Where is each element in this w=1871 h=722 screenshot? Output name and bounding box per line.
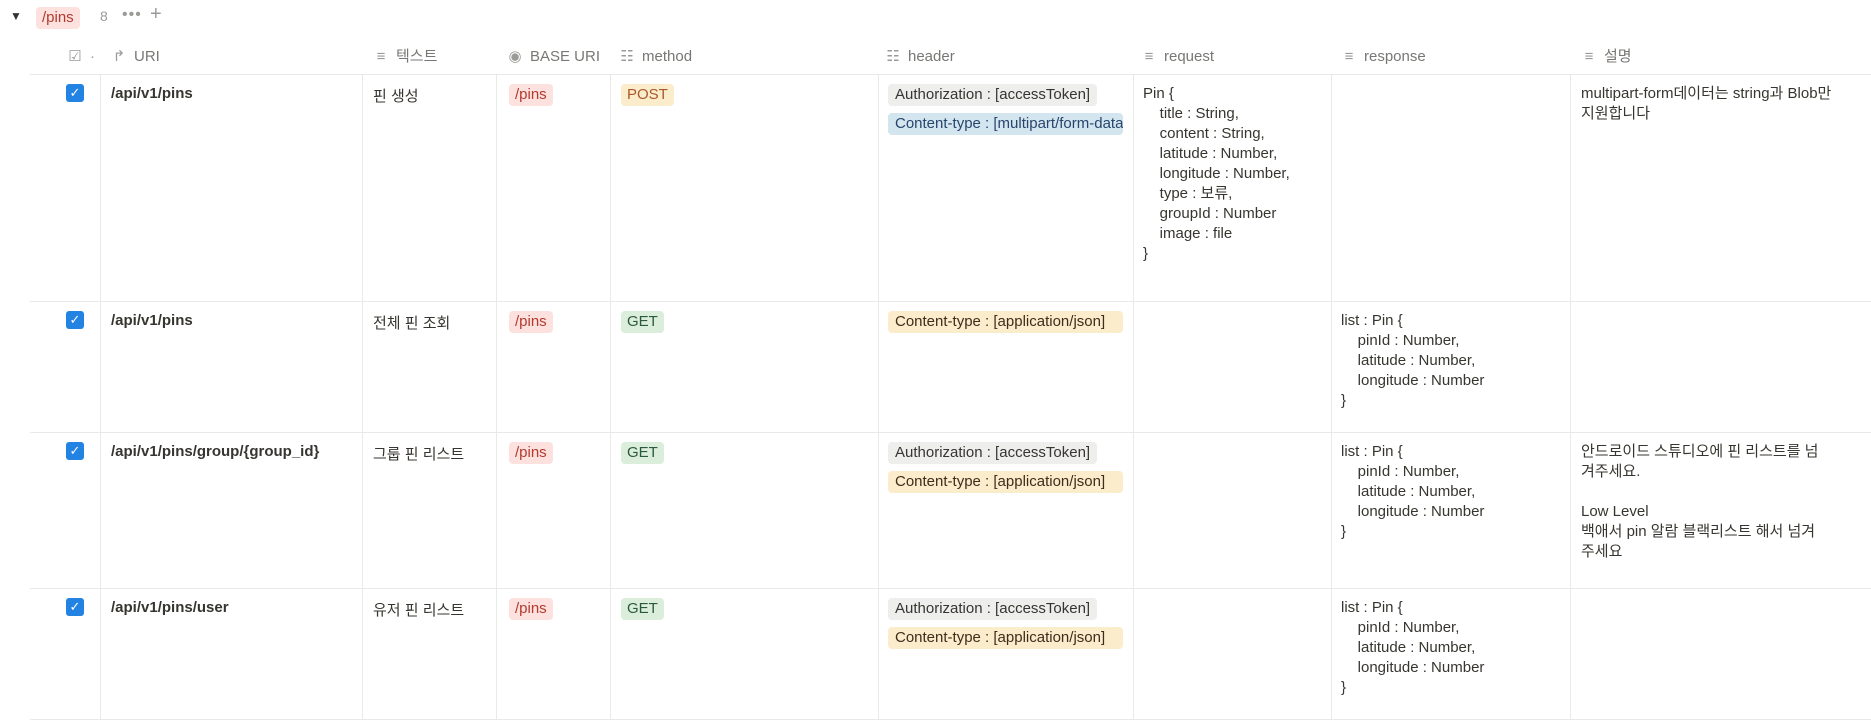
column-header-request[interactable]: ≡ request: [1140, 40, 1330, 74]
method-tag: GET: [621, 598, 664, 620]
header-tag: Authorization : [accessToken]: [888, 442, 1098, 464]
uri-cell[interactable]: /api/v1/pins: [111, 85, 193, 102]
group-count: 8: [100, 8, 108, 24]
row-checkbox[interactable]: ✓: [66, 84, 84, 102]
column-header-response[interactable]: ≡ response: [1340, 40, 1570, 74]
header-tag: Content-type : [application/json]: [888, 311, 1123, 333]
row-checkbox[interactable]: ✓: [66, 311, 84, 329]
text-cell: 그룹 핀 리스트: [373, 446, 465, 463]
uri-cell[interactable]: /api/v1/pins: [111, 312, 193, 329]
column-header-description[interactable]: ≡ 설명: [1580, 40, 1870, 74]
column-header-method[interactable]: ☷ method: [618, 40, 878, 74]
more-options-icon[interactable]: •••: [122, 6, 142, 24]
select-icon: ◉: [508, 48, 522, 65]
base-uri-tag: /pins: [509, 598, 553, 620]
column-header-header[interactable]: ☷ header: [884, 40, 1134, 74]
text-lines-icon: ≡: [1344, 48, 1354, 65]
request-cell: Pin { title : String, content : String, …: [1143, 85, 1290, 262]
text-lines-icon: ≡: [1144, 48, 1154, 65]
add-icon[interactable]: +: [150, 3, 162, 26]
uri-cell[interactable]: /api/v1/pins/group/{group_id}: [111, 443, 319, 460]
text-cell: 유저 핀 리스트: [373, 602, 465, 619]
text-cell: 핀 생성: [373, 88, 419, 105]
list-icon: ☷: [886, 48, 900, 65]
method-tag: GET: [621, 442, 664, 464]
response-cell: list : Pin { pinId : Number, latitude : …: [1341, 443, 1485, 540]
description-cell: multipart-form데이터는 string과 Blob만 지원합니다: [1581, 85, 1832, 122]
header-tag: Content-type : [application/json]: [888, 471, 1123, 493]
text-cell: 전체 핀 조회: [373, 315, 451, 332]
relation-arrow-icon: ↱: [112, 48, 126, 65]
response-cell: list : Pin { pinId : Number, latitude : …: [1341, 599, 1485, 696]
description-cell: 안드로이드 스튜디오에 핀 리스트를 넘 겨주세요. Low Level 백애서…: [1581, 443, 1819, 560]
column-header-base-uri[interactable]: ◉ BASE URI: [506, 40, 616, 74]
row-checkbox[interactable]: ✓: [66, 598, 84, 616]
header-tag: Content-type : [application/json]: [888, 627, 1123, 649]
checkbox-icon: ☑: [68, 48, 82, 65]
header-tag: Authorization : [accessToken]: [888, 84, 1098, 106]
header-tag: Authorization : [accessToken]: [888, 598, 1098, 620]
toggle-triangle-icon[interactable]: ▼: [10, 9, 22, 23]
list-icon: ☷: [620, 48, 634, 65]
text-lines-icon: ≡: [1584, 48, 1594, 65]
response-cell: list : Pin { pinId : Number, latitude : …: [1341, 312, 1485, 409]
uri-cell[interactable]: /api/v1/pins/user: [111, 599, 229, 616]
group-header: ▼ /pins 8 ••• +: [0, 0, 800, 36]
text-lines-icon: ≡: [376, 48, 386, 65]
base-uri-tag: /pins: [509, 311, 553, 333]
method-tag: POST: [621, 84, 674, 106]
group-title[interactable]: /pins: [36, 7, 80, 29]
method-tag: GET: [621, 311, 664, 333]
header-tag: Content-type : [multipart/form-data]: [888, 113, 1123, 135]
column-header-uri[interactable]: ↱ URI: [110, 40, 350, 74]
base-uri-tag: /pins: [509, 442, 553, 464]
column-header-row: ☑ · ↱ URI ≡ 텍스트 ◉ BASE URI ☷ method ☷ header ≡…: [30, 40, 1871, 75]
row-checkbox[interactable]: ✓: [66, 442, 84, 460]
base-uri-tag: /pins: [509, 84, 553, 106]
column-header-text[interactable]: ≡ 텍스트: [372, 40, 502, 74]
